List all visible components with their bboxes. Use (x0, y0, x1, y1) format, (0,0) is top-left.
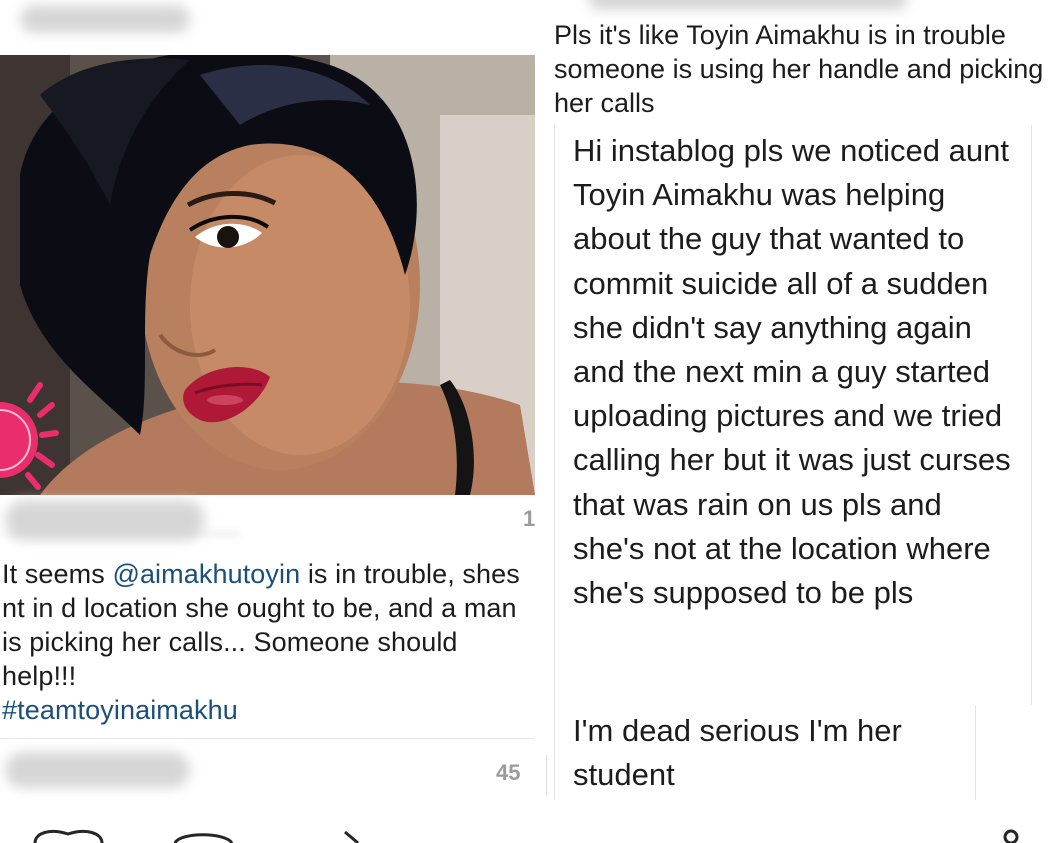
message-2-text: I'm dead serious I'm her student (573, 713, 902, 793)
message-1-text: Hi instablog pls we noticed aunt Toyin A… (573, 133, 1011, 611)
bookmark-icon[interactable] (998, 828, 1024, 843)
post-image[interactable] (0, 55, 535, 495)
share-icon[interactable] (340, 830, 370, 843)
comment-icon[interactable] (170, 830, 240, 843)
portrait-illustration (0, 55, 535, 495)
comment-count: 45 (496, 760, 521, 785)
right-post: Pls it's like Toyin Aimakhu is in troubl… (548, 0, 1062, 800)
blurred-header (588, 0, 908, 10)
blurred-username-top (20, 5, 190, 33)
left-post: ______________ 1 It seems @aimakhutoyin … (0, 0, 547, 800)
message-bubble-2: I'm dead serious I'm her student (554, 705, 976, 800)
top-note-text: Pls it's like Toyin Aimakhu is in troubl… (554, 20, 1044, 118)
hashtag-link[interactable]: #teamtoyinaimakhu (2, 695, 238, 725)
likes-count: 1 (523, 506, 536, 531)
divider (0, 738, 535, 739)
bottom-action-bar (0, 800, 1062, 843)
user-mention-link[interactable]: @aimakhutoyin (112, 559, 300, 589)
heart-icon[interactable] (30, 828, 110, 843)
caption-prefix: It seems (2, 559, 113, 589)
message-bubble-1: Hi instablog pls we noticed aunt Toyin A… (554, 125, 1032, 705)
blurred-username-pill (5, 500, 205, 540)
blurred-commenter (5, 752, 190, 788)
post-caption: It seems @aimakhutoyin is in trouble, sh… (2, 557, 537, 727)
vertical-separator (546, 755, 547, 795)
